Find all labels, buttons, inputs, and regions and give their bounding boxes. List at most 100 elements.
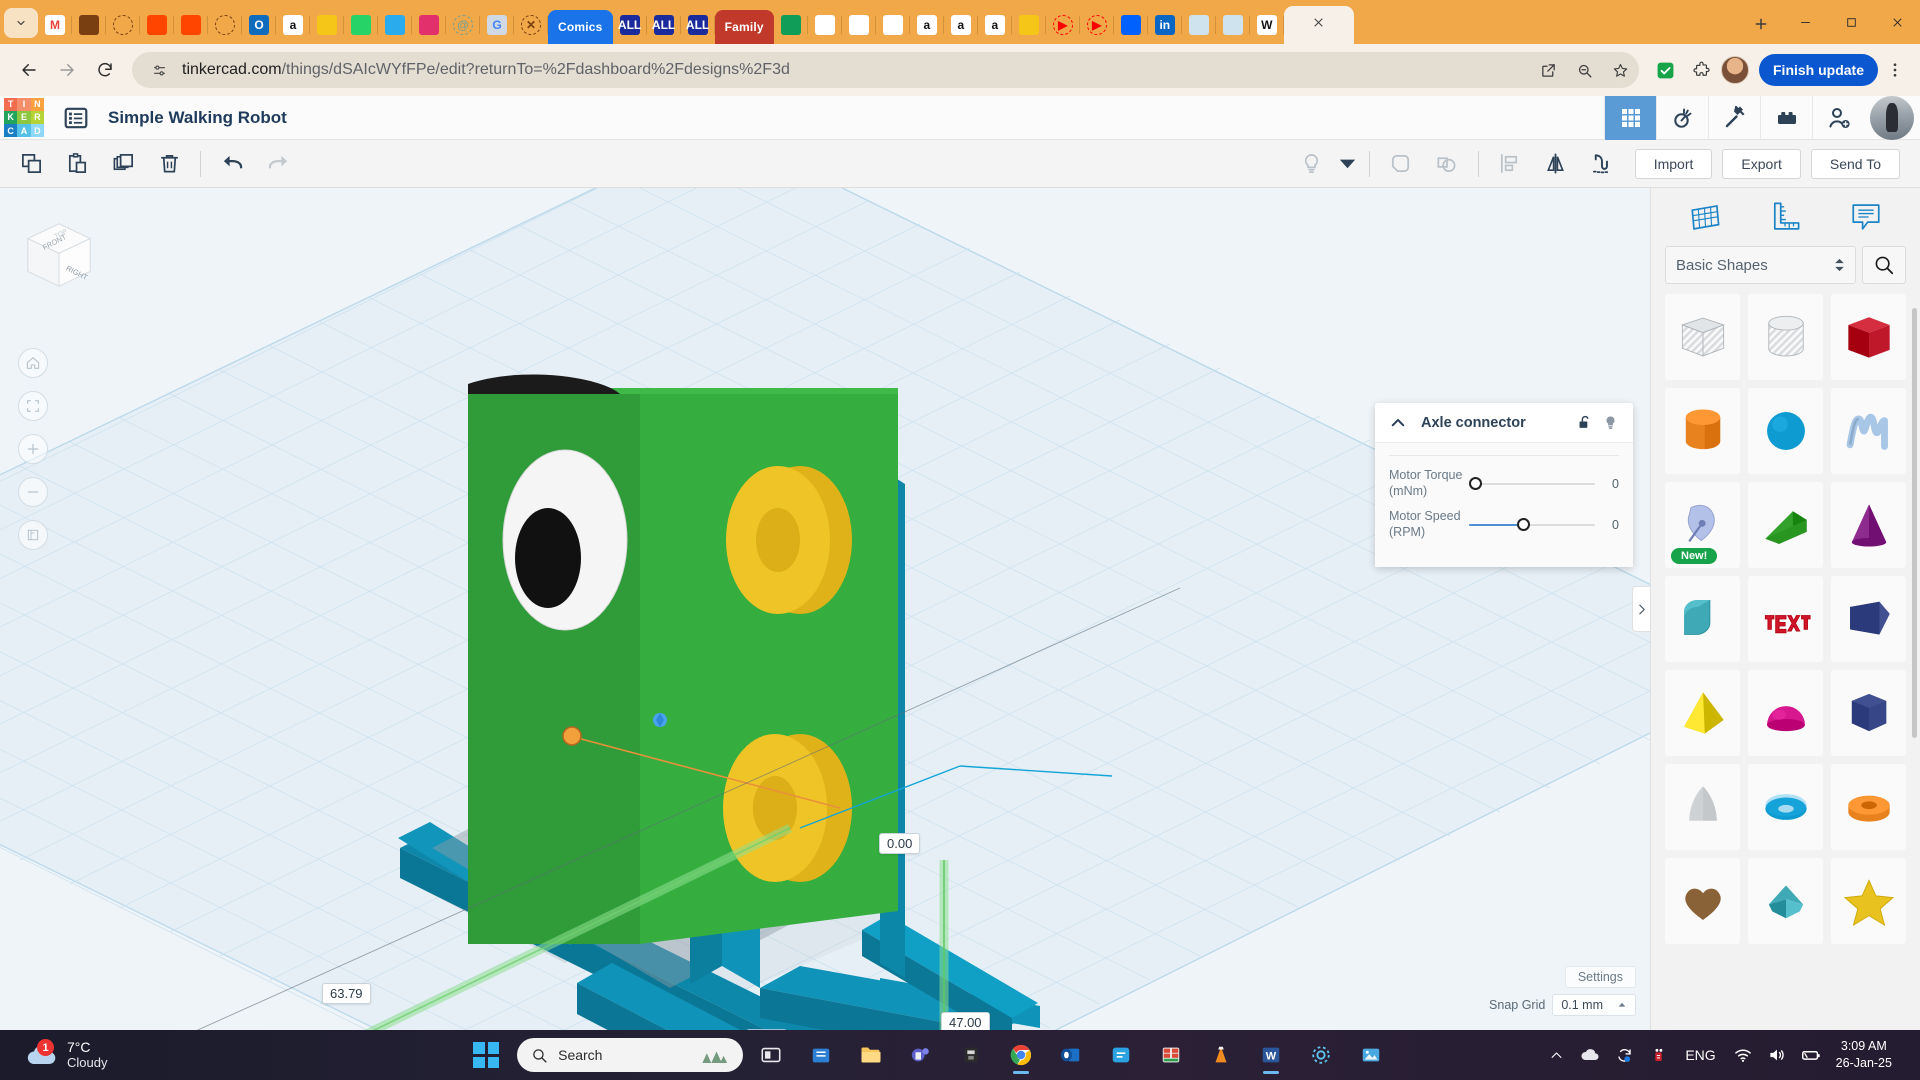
- browser-tab-youtube-1[interactable]: ▶: [1046, 6, 1080, 44]
- browser-tab-threads[interactable]: @: [446, 6, 480, 44]
- shape-shape-generator-new[interactable]: New!: [1665, 482, 1740, 568]
- view-cube[interactable]: FRONT RIGHT TOP: [18, 214, 100, 296]
- taskbar-excel[interactable]: [1149, 1033, 1193, 1077]
- wifi-tray-icon[interactable]: [1726, 1035, 1760, 1075]
- snap-grid-select[interactable]: 0.1 mm: [1552, 994, 1636, 1016]
- tinkercad-logo[interactable]: TINKERCAD: [4, 97, 44, 138]
- battery-tray-icon[interactable]: [1794, 1035, 1828, 1075]
- group-button[interactable]: [1378, 144, 1424, 184]
- maximize-button[interactable]: [1828, 0, 1874, 44]
- paste-button[interactable]: [54, 144, 100, 184]
- solid-hole-toggle-button[interactable]: [1599, 412, 1621, 434]
- shape-heart-brown[interactable]: [1665, 858, 1740, 944]
- tab-blocks[interactable]: [1760, 95, 1812, 140]
- sendto-button[interactable]: Send To: [1810, 148, 1900, 179]
- browser-tab-notes-yellow-2[interactable]: [1012, 6, 1046, 44]
- tab-invite-people[interactable]: [1812, 95, 1864, 140]
- motor-torque-slider[interactable]: [1469, 475, 1595, 493]
- shape-cylinder-orange[interactable]: [1665, 388, 1740, 474]
- shape-wedge-green[interactable]: [1748, 482, 1823, 568]
- browser-tab-comics[interactable]: Comics: [548, 10, 613, 44]
- browser-tab-linkedin[interactable]: in: [1148, 6, 1182, 44]
- taskbar-teams[interactable]: [899, 1033, 943, 1077]
- slider-knob[interactable]: [1516, 518, 1530, 532]
- browser-tab-gmail[interactable]: M: [38, 6, 72, 44]
- shape-cylinder-hole[interactable]: [1748, 294, 1823, 380]
- browser-tab-reddit-3[interactable]: [208, 6, 242, 44]
- minimize-button[interactable]: [1782, 0, 1828, 44]
- taskbar-copilot[interactable]: [1099, 1033, 1143, 1077]
- import-button[interactable]: Import: [1634, 148, 1713, 179]
- browser-tab-outlook[interactable]: O: [242, 6, 276, 44]
- workplane-button[interactable]: [1579, 144, 1625, 184]
- new-tab-button[interactable]: [1744, 7, 1778, 41]
- lock-toggle-button[interactable]: [1573, 412, 1595, 434]
- shape-hexprism-navy[interactable]: [1831, 670, 1906, 756]
- solid-hole-button[interactable]: [1289, 144, 1335, 184]
- motor-speed-slider[interactable]: [1469, 516, 1595, 534]
- taskbar-clock[interactable]: 3:09 AM 26-Jan-25: [1828, 1038, 1896, 1072]
- reload-button[interactable]: [88, 53, 122, 87]
- tab-ruler[interactable]: [1762, 196, 1808, 238]
- shapes-grid[interactable]: New!: [1651, 294, 1920, 1030]
- taskbar-photos[interactable]: [1349, 1033, 1393, 1077]
- taskbar-settings[interactable]: [1299, 1033, 1343, 1077]
- taskbar-search[interactable]: Search: [517, 1038, 744, 1072]
- taskbar-blender[interactable]: [949, 1033, 993, 1077]
- show-hidden-icons-button[interactable]: [1539, 1035, 1573, 1075]
- tab-simulation[interactable]: [1656, 95, 1708, 140]
- browser-tab-sheets[interactable]: [774, 6, 808, 44]
- share-link-button[interactable]: [1535, 57, 1561, 83]
- taskbar-vlc[interactable]: [1199, 1033, 1243, 1077]
- browser-tab-google-translate[interactable]: G: [480, 6, 514, 44]
- browser-tab-reddit-1[interactable]: [140, 6, 174, 44]
- shape-halfsphere-magenta[interactable]: [1748, 670, 1823, 756]
- tab-3d-design[interactable]: [1604, 95, 1656, 140]
- shape-star-yellow[interactable]: [1831, 858, 1906, 944]
- browser-tab-amazon-2[interactable]: a: [910, 6, 944, 44]
- copy-button[interactable]: [8, 144, 54, 184]
- dim-length-label[interactable]: 63.79: [322, 983, 371, 1004]
- browser-tab-family[interactable]: Family: [714, 10, 774, 44]
- show-desktop-button[interactable]: [1896, 1035, 1906, 1075]
- fit-view-button[interactable]: [18, 391, 48, 421]
- browser-tab-readallcomics-3[interactable]: ALL: [681, 6, 715, 44]
- browser-tab-reddit-2[interactable]: [174, 6, 208, 44]
- browser-tab-notes-yellow[interactable]: [310, 6, 344, 44]
- taskbar-file-explorer[interactable]: [849, 1033, 893, 1077]
- start-button[interactable]: [473, 1042, 500, 1068]
- collapse-properties-button[interactable]: [1387, 412, 1409, 434]
- extensions-button[interactable]: [1685, 54, 1717, 86]
- weather-widget[interactable]: 1 7°C Cloudy: [0, 1039, 400, 1070]
- slider-knob[interactable]: [1469, 477, 1482, 491]
- perspective-toggle-button[interactable]: [18, 520, 48, 550]
- user-avatar[interactable]: [1870, 95, 1914, 140]
- zoom-in-button[interactable]: [18, 434, 48, 464]
- browser-tab-tinkercad-active[interactable]: [1283, 6, 1354, 44]
- shape-text-red[interactable]: [1748, 576, 1823, 662]
- tab-note[interactable]: [1843, 196, 1889, 238]
- settings-button[interactable]: Settings: [1564, 966, 1636, 988]
- tabs-container[interactable]: M Oa @ G ✕ Comics ALL ALL ALL Family a a a ▶ ▶ in W: [38, 0, 1740, 44]
- browser-tab-robot-1[interactable]: [1182, 6, 1216, 44]
- home-view-button[interactable]: [18, 348, 48, 378]
- shape-torus-blue[interactable]: [1748, 764, 1823, 850]
- browser-tab-amazon-1[interactable]: a: [276, 6, 310, 44]
- shape-sphere-blue[interactable]: [1748, 388, 1823, 474]
- browser-tab-chatgpt[interactable]: [876, 6, 910, 44]
- browser-tab-whatsapp[interactable]: [344, 6, 378, 44]
- antivirus-tray-icon[interactable]: [1641, 1035, 1675, 1075]
- browser-tab-robot-2[interactable]: [1216, 6, 1250, 44]
- shape-roof-teal[interactable]: [1665, 576, 1740, 662]
- shape-category-select[interactable]: Basic Shapes: [1665, 246, 1856, 284]
- close-button[interactable]: [1874, 0, 1920, 44]
- browser-tab-tinkercad[interactable]: [842, 6, 876, 44]
- forward-button[interactable]: [50, 53, 84, 87]
- browser-tab-youtube-2[interactable]: ▶: [1080, 6, 1114, 44]
- undo-button[interactable]: [209, 144, 255, 184]
- browser-tab-readallcomics-1[interactable]: ALL: [613, 6, 647, 44]
- browser-tab-readallcomics-2[interactable]: ALL: [647, 6, 681, 44]
- shapes-search-button[interactable]: [1862, 246, 1906, 284]
- export-button[interactable]: Export: [1722, 148, 1801, 179]
- tab-minecraft[interactable]: [1708, 95, 1760, 140]
